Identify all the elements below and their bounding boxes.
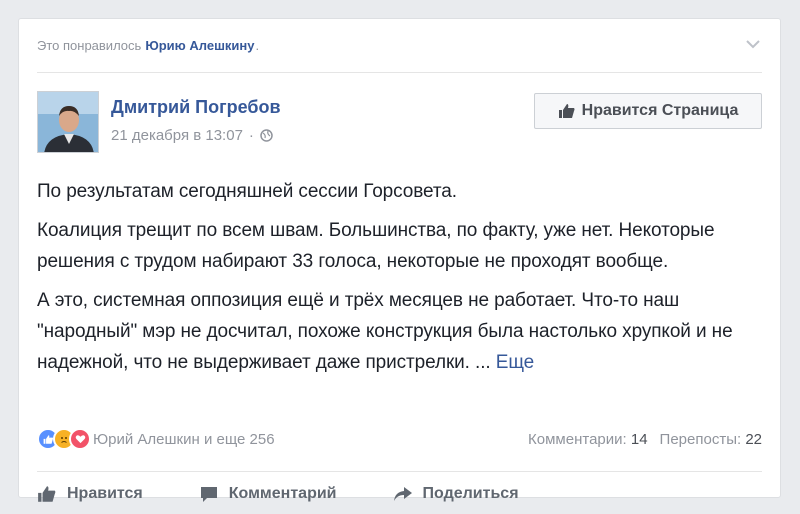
story-header: Это понравилось Юрию Алешкину . bbox=[37, 19, 762, 73]
post-paragraph: По результатам сегодняшней сессии Горсов… bbox=[37, 181, 457, 202]
comment-icon bbox=[200, 486, 217, 502]
share-button-label: Поделиться bbox=[422, 484, 519, 502]
reactions-row: Юрий Алешкин и еще 256 Комментарии: 14 П… bbox=[37, 427, 762, 451]
liker-link[interactable]: Юрию Алешкину bbox=[145, 38, 254, 53]
author-row: Дмитрий Погребов 21 декабря в 13:07 · Нр… bbox=[37, 91, 762, 155]
engagement-counts: Комментарии: 14 Перепосты: 22 bbox=[528, 431, 762, 448]
see-more-link[interactable]: Еще bbox=[496, 352, 534, 373]
meta-separator: · bbox=[248, 127, 254, 144]
comments-count-value: 14 bbox=[630, 430, 648, 448]
chevron-down-icon[interactable] bbox=[744, 37, 762, 51]
comment-button[interactable]: Комментарий bbox=[199, 485, 337, 503]
reactions-summary[interactable]: Юрий Алешкин и еще 256 bbox=[93, 431, 275, 448]
author-name[interactable]: Дмитрий Погребов bbox=[111, 97, 281, 118]
avatar[interactable] bbox=[37, 91, 99, 153]
comments-count[interactable]: Комментарии: 14 bbox=[528, 431, 648, 448]
post-body: По результатам сегодняшней сессии Горсов… bbox=[37, 176, 762, 386]
thumbs-up-icon bbox=[558, 104, 575, 118]
shares-count[interactable]: Перепосты: 22 bbox=[660, 431, 762, 448]
shares-count-label: Перепосты: bbox=[659, 430, 742, 448]
like-page-label: Нравится Страница bbox=[581, 102, 739, 119]
like-button[interactable]: Нравится bbox=[37, 485, 143, 503]
post-paragraph: Коалиция трещит по всем швам. Большинств… bbox=[37, 220, 715, 272]
thumbs-up-icon bbox=[38, 485, 56, 502]
story-prefix: Это понравилось bbox=[37, 38, 142, 53]
globe-icon bbox=[260, 129, 273, 142]
post-card: Это понравилось Юрию Алешкину . Дмитрий … bbox=[18, 18, 781, 502]
post-paragraph-text: А это, системная оппозиция ещё и трёх ме… bbox=[37, 290, 733, 373]
post-paragraph: А это, системная оппозиция ещё и трёх ме… bbox=[37, 285, 762, 378]
share-icon bbox=[393, 486, 412, 501]
like-button-label: Нравится bbox=[67, 484, 143, 502]
share-button[interactable]: Поделиться bbox=[393, 485, 519, 503]
comment-button-label: Комментарий bbox=[228, 484, 337, 502]
post-date[interactable]: 21 декабря в 13:07 bbox=[111, 127, 243, 144]
story-suffix: . bbox=[255, 38, 260, 53]
love-reaction-icon bbox=[69, 428, 91, 450]
shares-count-value: 22 bbox=[745, 430, 762, 448]
comments-count-label: Комментарии: bbox=[528, 430, 627, 448]
actions-row: Нравится Комментарий Поделиться bbox=[37, 471, 762, 514]
reaction-icons[interactable] bbox=[37, 428, 91, 450]
like-page-button[interactable]: Нравится Страница bbox=[534, 93, 762, 129]
post-meta: 21 декабря в 13:07 · bbox=[111, 127, 273, 144]
